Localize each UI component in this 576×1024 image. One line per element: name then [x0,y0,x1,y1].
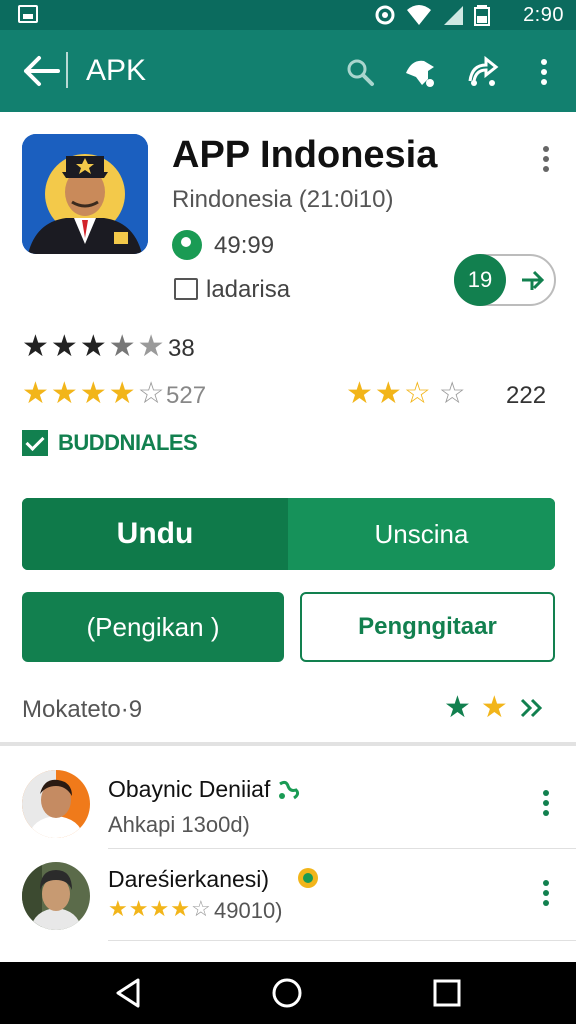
star-icon[interactable]: ★ [444,690,471,725]
star-full-icon: ★ [79,330,107,363]
nav-back-icon[interactable] [112,976,146,1010]
checkbox-label: BUDDNIALES [58,430,198,455]
status-bar: 2:90 [0,0,576,30]
developer-name[interactable]: Rindonesia (21:0i10) [172,186,393,214]
more-info-label: Mokateto·9 [22,696,143,723]
link-icon [279,780,300,800]
avatar [22,770,90,838]
alarm-icon [375,5,395,25]
rating-count-1: 38 [168,335,195,362]
battery-icon [474,5,490,26]
nav-recents-icon[interactable] [430,976,464,1010]
app-title: APP Indonesia [172,134,438,176]
app-category[interactable]: ladarisa [206,276,290,304]
arrow-right-icon [522,270,545,290]
app-icon[interactable] [22,134,148,254]
app-detail-card: APP Indonesia Rindonesia (21:0i10) 49:99… [0,112,576,746]
star-full-icon: ★ [22,377,49,410]
more-vert-icon[interactable] [524,52,564,92]
wifi-icon [407,5,431,25]
app-bar-title: APK [86,54,147,87]
list-item[interactable]: Dareśierkanesi) ★ ★ ★ ★ ☆ 49010) [0,856,576,948]
app-bar-divider [66,52,68,88]
star-full-icon: ★ [22,330,49,363]
rating-stars-2: ★ ★ ★ ★ ☆ [22,379,165,409]
age-rating-value: 19 [454,254,506,306]
star-full-icon: ★ [128,896,149,921]
star-full-icon: ★ [79,377,107,410]
install-split-button: Undu Unscina [22,498,555,570]
star-empty-icon: ☆ [438,377,466,410]
gallery-icon [18,5,38,23]
star-full-icon: ★ [50,330,78,363]
checkbox[interactable] [22,430,48,456]
price-icon [172,230,202,260]
right-action-button[interactable]: Pengngitaar [300,592,555,662]
related-list: Obaynic Deniiaf Ahkapi 13o0d) Dareśierka… [0,752,576,962]
notification-icon[interactable] [400,52,440,92]
star-full-icon: ★ [108,896,128,921]
star-empty-icon: ☆ [190,896,211,921]
signal-icon [444,6,463,25]
star-full-icon: ★ [50,377,78,410]
back-arrow-icon[interactable] [22,52,62,90]
star-full-icon: ★ [374,377,402,410]
list-item-stars: ★ ★ ★ ★ ☆ [108,898,211,920]
rating-count-2: 527 [166,382,207,409]
rating-stars-3: ★ ★ ☆ ☆ [346,379,466,409]
star-full-icon: ★ [346,377,373,410]
more-vert-icon[interactable] [536,788,556,818]
system-nav-bar [0,962,576,1024]
app-bar: APK [0,30,576,112]
star-full-icon: ★ [149,896,170,921]
more-vert-icon[interactable] [536,878,556,908]
list-divider [108,940,576,941]
category-icon [174,278,198,300]
list-item-title: Obaynic Deniiaf [108,776,271,802]
clock: 2:90 [523,4,564,26]
secondary-button[interactable]: Unscina [288,498,555,570]
star-full-icon: ★ [108,377,136,410]
avatar [22,862,90,930]
list-divider [108,848,576,849]
sparkle-star-icon[interactable]: ★ [481,690,508,725]
star-full-icon: ★ [170,896,190,921]
status-icons [374,4,490,26]
nav-home-icon[interactable] [270,976,304,1010]
left-action-button[interactable]: (Pengikan ) [22,592,284,662]
rating-stars-1: ★ ★ ★ ★ ★ [22,332,165,362]
star-half-icon: ★ [108,330,136,363]
list-item-subtitle: Ahkapi 13o0d) [108,812,250,837]
search-icon[interactable] [340,52,380,92]
badge-icon [298,868,318,888]
app-price: 49:99 [214,232,275,259]
double-chevron-right-icon[interactable] [518,694,546,722]
install-button[interactable]: Undu [22,498,288,570]
star-half-icon: ☆ [403,377,431,410]
star-empty-icon: ★ [137,330,165,363]
share-icon[interactable] [462,52,502,92]
more-vert-icon[interactable] [536,144,556,174]
list-item-title: Dareśierkanesi) [108,866,270,892]
star-empty-icon: ☆ [137,377,165,410]
more-info-icons: ★ ★ [444,690,546,725]
rating-count-3: 222 [506,382,547,409]
list-item-subtitle: 49010) [214,898,283,923]
list-item[interactable]: Obaynic Deniiaf Ahkapi 13o0d) [0,764,576,856]
